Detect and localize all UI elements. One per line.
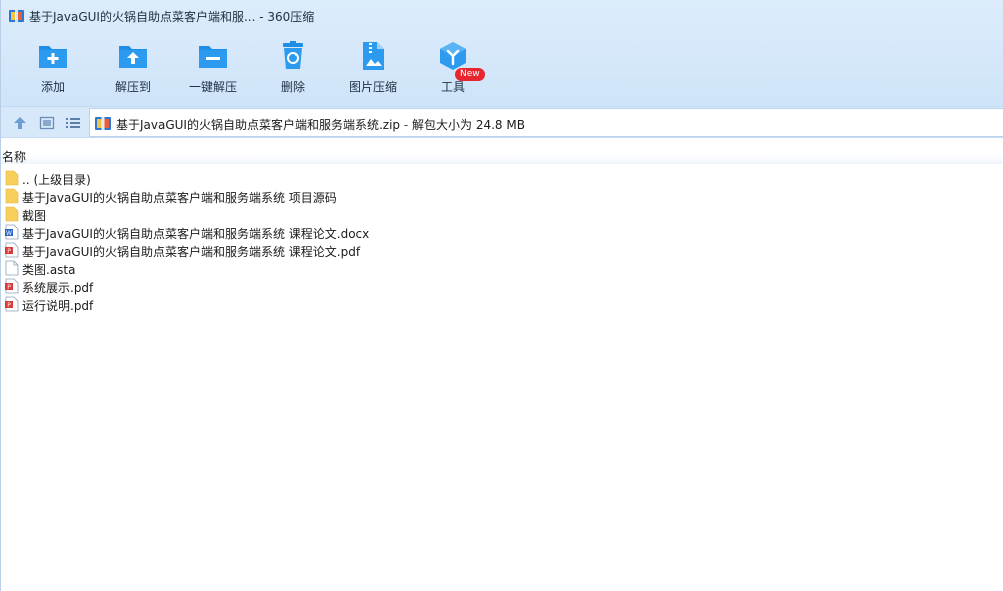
word-document-icon: W	[5, 224, 19, 240]
image-compress-button[interactable]: 图片压缩	[333, 36, 413, 100]
item-name: 基于JavaGUI的火锅自助点菜客户端和服务端系统 课程论文.pdf	[22, 245, 361, 259]
recycle-bin-icon	[283, 41, 303, 69]
list-item[interactable]: 基于JavaGUI的火锅自助点菜客户端和服务端系统 项目源码	[1, 187, 1003, 205]
image-compress-icon	[363, 42, 384, 70]
extract-to-label: 解压到	[114, 80, 151, 94]
folder-minus-icon	[199, 46, 227, 68]
delete-button[interactable]: 删除	[253, 36, 333, 100]
item-name: 截图	[22, 209, 47, 223]
app-window: 基于JavaGUI的火锅自助点菜客户端和服... - 360压缩 添加 解压到 …	[0, 0, 1003, 591]
image-compress-label: 图片压缩	[348, 80, 397, 94]
folder-icon	[5, 188, 19, 204]
title-bar: 基于JavaGUI的火锅自助点菜客户端和服... - 360压缩	[1, 0, 1003, 32]
one-click-extract-button[interactable]: 一键解压	[173, 36, 253, 100]
toolbar: 添加 解压到 一键解压 删除 图片压缩 工具 New	[1, 36, 1003, 102]
list-item[interactable]: P 系统展示.pdf	[1, 277, 1003, 295]
pdf-glyph: P	[7, 284, 11, 291]
folder-extract-icon	[119, 46, 147, 68]
pdf-glyph: P	[7, 302, 11, 309]
list-view-icon[interactable]	[65, 115, 81, 131]
window-title: 基于JavaGUI的火锅自助点菜客户端和服... - 360压缩	[29, 10, 315, 24]
column-name-header[interactable]: 名称	[2, 148, 26, 165]
archive-name: 基于JavaGUI的火锅自助点菜客户端和服务端系统.zip	[116, 118, 401, 132]
address-bar: 基于JavaGUI的火锅自助点菜客户端和服务端系统.zip - 解包大小为 24…	[1, 106, 1003, 138]
list-header: 名称	[1, 140, 1003, 164]
list-item[interactable]: P 运行说明.pdf	[1, 295, 1003, 313]
pdf-icon: P	[5, 242, 19, 258]
pdf-icon: P	[5, 296, 19, 312]
folder-icon	[5, 170, 19, 186]
folder-icon	[5, 206, 19, 222]
add-label: 添加	[40, 80, 65, 94]
extract-to-button[interactable]: 解压到	[93, 36, 173, 100]
pdf-icon: P	[5, 278, 19, 294]
file-icon	[5, 260, 19, 276]
folder-add-icon	[39, 46, 67, 68]
thumbnail-view-icon[interactable]	[39, 115, 55, 131]
delete-label: 删除	[280, 80, 305, 94]
zip-archive-icon	[95, 117, 111, 130]
list-item[interactable]: 截图	[1, 205, 1003, 223]
archive-app-icon	[9, 10, 24, 22]
add-button[interactable]: 添加	[13, 36, 93, 100]
item-name: 基于JavaGUI的火锅自助点菜客户端和服务端系统 项目源码	[22, 191, 337, 205]
header: 基于JavaGUI的火锅自助点菜客户端和服... - 360压缩 添加 解压到 …	[1, 0, 1003, 106]
tools-label: 工具	[440, 80, 465, 94]
word-glyph: W	[6, 230, 12, 237]
item-name: 类图.asta	[22, 263, 76, 277]
path-separator: -	[400, 118, 413, 132]
item-name: 运行说明.pdf	[22, 299, 94, 313]
unpack-size-info: 解包大小为 24.8 MB	[412, 118, 525, 132]
list-item[interactable]: 类图.asta	[1, 259, 1003, 277]
list-item[interactable]: W 基于JavaGUI的火锅自助点菜客户端和服务端系统 课程论文.docx	[1, 223, 1003, 241]
up-arrow-icon[interactable]	[12, 115, 28, 131]
archive-path: 基于JavaGUI的火锅自助点菜客户端和服务端系统.zip - 解包大小为 24…	[116, 116, 525, 133]
list-item[interactable]: P 基于JavaGUI的火锅自助点菜客户端和服务端系统 课程论文.pdf	[1, 241, 1003, 259]
new-badge: New	[455, 68, 485, 81]
item-name: .. (上级目录)	[22, 173, 91, 187]
item-name: 基于JavaGUI的火锅自助点菜客户端和服务端系统 课程论文.docx	[22, 227, 370, 241]
list-item-parent-dir[interactable]: .. (上级目录)	[1, 169, 1003, 187]
pdf-glyph: P	[7, 248, 11, 255]
one-click-extract-label: 一键解压	[188, 80, 237, 94]
item-name: 系统展示.pdf	[22, 281, 94, 295]
path-field[interactable]: 基于JavaGUI的火锅自助点菜客户端和服务端系统.zip - 解包大小为 24…	[89, 108, 1003, 137]
